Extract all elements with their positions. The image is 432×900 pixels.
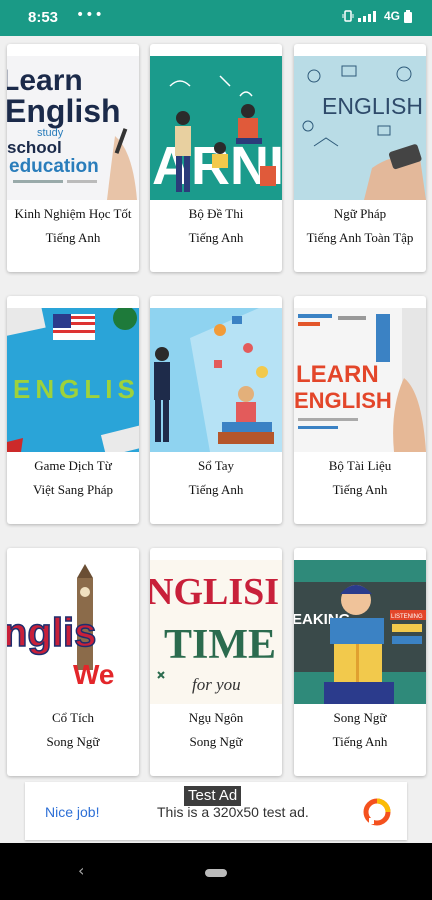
- card-image: EAKING LISTENING: [294, 560, 426, 704]
- card-so-tay[interactable]: Sổ Tay Tiếng Anh: [150, 296, 282, 524]
- signal-icon: [357, 11, 376, 22]
- t8-word-foryou: for you: [192, 675, 241, 694]
- home-pill-icon[interactable]: [205, 869, 227, 877]
- t8-word-english: NGLISI: [150, 571, 279, 613]
- card-label: Sổ Tay Tiếng Anh: [188, 458, 244, 497]
- card-label: Bộ Đề Thi Tiếng Anh: [188, 206, 244, 245]
- ad-banner[interactable]: Test Ad Nice job! This is a 320x50 test …: [25, 782, 407, 840]
- test-ad-badge: Test Ad: [184, 786, 242, 806]
- card-image: [150, 308, 282, 452]
- t7-word-nglis: nglis: [7, 611, 96, 655]
- card-image: LEARN ENGLISH: [294, 308, 426, 452]
- card-image: ARNI: [150, 56, 282, 200]
- topic-grid: Learn English study school education Kin…: [0, 36, 432, 776]
- card-image: ENGLISH: [294, 56, 426, 200]
- card-image: NGLISI TIME for you: [150, 560, 282, 704]
- card-image: ENGLISH: [7, 308, 139, 452]
- battery-icon: [404, 9, 412, 23]
- card-bo-de-thi[interactable]: ARNI Bộ Đề Thi Tiếng Anh: [150, 44, 282, 272]
- card-ngu-phap[interactable]: ENGLISH Ngữ Pháp Tiếng Anh Toàn Tập: [294, 44, 426, 272]
- card-kinh-nghiem[interactable]: Learn English study school education Kin…: [7, 44, 139, 272]
- t9-word-listening: LISTENING: [391, 614, 423, 620]
- t1-word-english: English: [7, 93, 121, 129]
- card-label: Cổ Tích Song Ngữ: [46, 710, 100, 749]
- card-song-ngu[interactable]: EAKING LISTENING Song Ngữ Tiếng Anh: [294, 548, 426, 776]
- card-label: Game Dịch Từ Việt Sang Pháp: [32, 458, 114, 497]
- notification-dots: •••: [76, 7, 104, 23]
- vibrate-icon: [342, 10, 354, 22]
- t7-word-we: We: [73, 659, 115, 690]
- card-label: Ngữ Pháp Tiếng Anh Toàn Tập: [306, 206, 414, 245]
- card-label: Bộ Tài Liệu Tiếng Anh: [328, 458, 392, 497]
- t4-word: ENGLISH: [13, 374, 139, 404]
- t6-word-english: ENGLISH: [294, 388, 392, 413]
- ad-nice-job-link[interactable]: Nice job!: [45, 804, 99, 820]
- status-bar: 8:53 ••• 4G: [0, 0, 432, 36]
- status-time: 8:53: [28, 9, 59, 26]
- admob-logo-icon[interactable]: [363, 798, 391, 826]
- card-image: nglis We: [7, 560, 139, 704]
- t1-word-school: school: [7, 138, 62, 157]
- card-ngu-ngon[interactable]: NGLISI TIME for you Ngụ Ngôn Song Ngữ: [150, 548, 282, 776]
- card-game-dich-tu[interactable]: ENGLISH Game Dịch Từ Việt Sang Pháp: [7, 296, 139, 524]
- status-icons: 4G: [342, 9, 412, 23]
- card-bo-tai-lieu[interactable]: LEARN ENGLISH Bộ Tài Liệu Tiếng Anh: [294, 296, 426, 524]
- t3-word: ENGLISH: [322, 93, 423, 119]
- back-icon[interactable]: ‹: [78, 861, 84, 880]
- t1-word-education: education: [9, 156, 99, 177]
- card-label: Kinh Nghiệm Học Tốt Tiếng Anh: [14, 206, 132, 245]
- system-nav-bar: ‹: [0, 843, 432, 900]
- card-image: Learn English study school education: [7, 56, 139, 200]
- card-co-tich[interactable]: nglis We Cổ Tích Song Ngữ: [7, 548, 139, 776]
- card-label: Ngụ Ngôn Song Ngữ: [188, 710, 244, 749]
- t8-word-time: TIME: [164, 622, 276, 668]
- network-type: 4G: [383, 9, 400, 23]
- t6-word-learn: LEARN: [296, 361, 379, 388]
- card-label: Song Ngữ Tiếng Anh: [332, 710, 388, 749]
- ad-text: This is a 320x50 test ad.: [157, 804, 309, 820]
